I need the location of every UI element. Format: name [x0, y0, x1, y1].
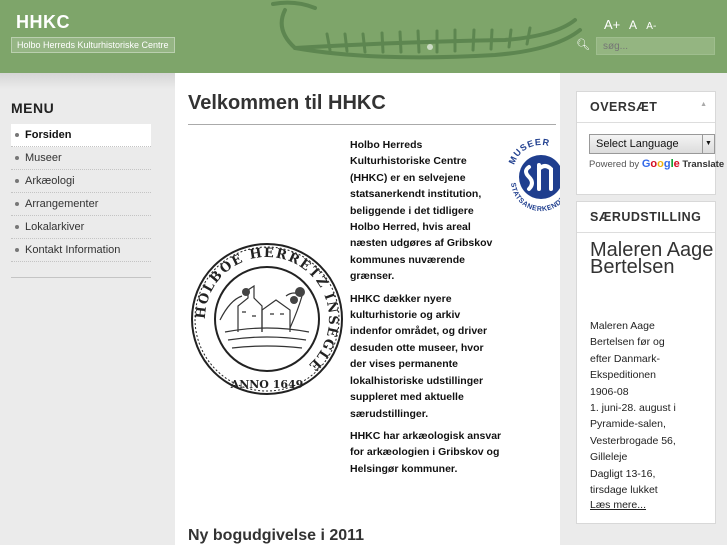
search-icon: 🔍︎ [576, 39, 590, 51]
translate-word[interactable]: Translate [682, 159, 724, 170]
exhibition-description: Maleren Aage Bertelsen før og efter Danm… [590, 318, 714, 498]
right-sidebar: OVERSÆT ▲ Select Language ▼ Powered by G… [560, 73, 727, 545]
chevron-down-icon: ▼ [702, 135, 714, 153]
menu-item-lokalarkiver[interactable]: Lokalarkiver [11, 216, 151, 239]
menu-item-forsiden[interactable]: Forsiden [11, 124, 151, 147]
language-select[interactable]: Select Language ▼ [589, 134, 715, 154]
menu-item-kontakt[interactable]: Kontakt Information [11, 239, 151, 262]
exhibition-widget: SÆRUDSTILLING Maleren Aage Bertelsen Mal… [576, 201, 716, 524]
seal-year-text: ANNO 1649 [230, 378, 304, 391]
language-select-label: Select Language [596, 138, 679, 150]
exhibition-line: tirsdage lukket [590, 484, 658, 497]
left-sidebar: MENU Forsiden Museer Arkæologi Arrangeme… [0, 89, 175, 545]
menu-item-arrangementer[interactable]: Arrangementer [11, 193, 151, 216]
exhibition-widget-title: SÆRUDSTILLING [590, 210, 702, 224]
exhibition-line: Gilleleje [590, 451, 628, 464]
intro-paragraph: Holbo Herreds Kulturhistoriske Centre (H… [350, 139, 493, 283]
font-decrease-button[interactable]: A- [646, 21, 656, 32]
exhibition-line: Bertelsen før og [590, 336, 665, 349]
exhibition-line: Dagligt 13-16, [590, 467, 656, 480]
exhibition-line: efter Danmark- [590, 352, 661, 365]
menu-item-museer[interactable]: Museer [11, 147, 151, 170]
font-reset-button[interactable]: A [629, 18, 637, 32]
site-header: HHKC Holbo Herreds Kulturhistoriske Cent… [0, 0, 727, 73]
font-size-controls: A+ A A- [604, 17, 662, 32]
site-title[interactable]: HHKC [16, 12, 70, 33]
menu-divider [11, 277, 151, 278]
intro-text: Holbo Herreds Kulturhistoriske Centre (H… [350, 137, 502, 483]
translate-widget: OVERSÆT ▲ Select Language ▼ Powered by G… [576, 91, 724, 195]
news-heading[interactable]: Ny bogudgivelse i 2011 [188, 527, 364, 545]
site-subtitle: Holbo Herreds Kulturhistoriske Centre [11, 37, 175, 53]
collapse-icon[interactable]: ▲ [700, 101, 707, 108]
font-increase-button[interactable]: A+ [604, 17, 620, 32]
menu-item-arkaeologi[interactable]: Arkæologi [11, 170, 151, 193]
exhibition-line: 1906-08 [590, 385, 629, 398]
exhibition-line: Vesterbrogade 56, [590, 434, 676, 447]
page-title: Velkommen til HHKC [188, 92, 386, 114]
powered-by-google: Powered by Google Translate [589, 158, 725, 170]
exhibition-line: Pyramide-salen, [590, 418, 666, 431]
exhibition-heading: Maleren Aage Bertelsen [590, 239, 714, 278]
google-logo[interactable]: Google [642, 158, 680, 170]
exhibition-line: 1. juni-28. august i [590, 402, 676, 415]
read-more-link[interactable]: Læs mere... [590, 499, 646, 511]
translate-widget-title: OVERSÆT [590, 100, 658, 114]
exhibition-line: Maleren Aage [590, 320, 655, 332]
exhibition-line: Ekspeditionen [590, 369, 656, 382]
main-menu: Forsiden Museer Arkæologi Arrangementer … [11, 124, 151, 262]
intro-paragraph: HHKC dækker nyere kulturhistorie og arki… [350, 292, 488, 420]
title-divider [188, 124, 556, 125]
menu-title: MENU [11, 100, 55, 116]
ship-carving-illustration [271, 0, 582, 60]
intro-paragraph: HHKC har arkæologisk ansvar for arkæolog… [350, 429, 502, 475]
search-input[interactable] [596, 37, 715, 55]
holbo-seal-image: HOLBOE HERRETZ INSEGLE ANNO 1649 [191, 243, 343, 395]
